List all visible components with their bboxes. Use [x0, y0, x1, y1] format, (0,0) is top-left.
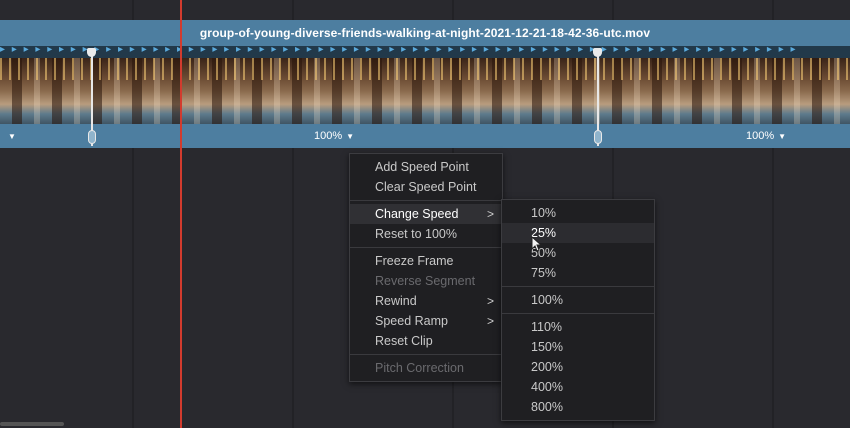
speed-option-10[interactable]: 10% [502, 203, 654, 223]
speed-option-110[interactable]: 110% [502, 317, 654, 337]
speed-value: 100% [746, 130, 775, 142]
menu-item-reverse-segment: Reverse Segment [375, 274, 476, 288]
menu-item-clear-speed-point[interactable]: Clear Speed Point [350, 177, 502, 197]
speed-point-top-handle[interactable] [593, 48, 602, 57]
speed-point-bottom-handle[interactable] [594, 130, 602, 144]
speed-dropdown-segment-2[interactable]: 100% ▼ [746, 130, 786, 142]
speed-point-bottom-handle[interactable] [88, 130, 96, 144]
clip-filename: group-of-young-diverse-friends-walking-a… [199, 26, 651, 40]
menu-item-reset-to-100[interactable]: Reset to 100% [350, 224, 502, 244]
filmstrip-lights [0, 58, 850, 80]
speed-direction-markers: ▸ ▸ ▸ ▸ ▸ ▸ ▸ ▸ ▸ ▸ ▸ ▸ ▸ ▸ ▸ ▸ ▸ ▸ ▸ ▸ … [0, 46, 798, 55]
horizontal-scrollbar[interactable] [0, 422, 64, 426]
clip-filmstrip[interactable] [0, 58, 850, 124]
speed-value: 100% [314, 130, 343, 142]
menu-divider [350, 354, 502, 355]
mouse-pointer-icon [531, 236, 543, 252]
speed-dropdown-left[interactable]: ▼ [4, 130, 16, 142]
speed-option-75[interactable]: 75% [502, 263, 654, 283]
dropdown-arrow-icon: ▼ [8, 132, 16, 141]
submenu-arrow-icon: > [486, 207, 494, 221]
speed-option-400[interactable]: 400% [502, 377, 654, 397]
speed-dropdown-segment-1[interactable]: 100% ▼ [314, 130, 354, 142]
speed-row[interactable] [0, 124, 850, 148]
menu-item-change-speed[interactable]: Change Speed > [350, 204, 502, 224]
speed-option-200[interactable]: 200% [502, 357, 654, 377]
menu-item-freeze-frame[interactable]: Freeze Frame [350, 251, 502, 271]
speed-option-100[interactable]: 100% [502, 290, 654, 310]
submenu-divider [502, 286, 654, 287]
menu-item-rewind[interactable]: Rewind > [350, 291, 502, 311]
menu-item-reset-clip[interactable]: Reset Clip [350, 331, 502, 351]
retime-marker-row: ▸ ▸ ▸ ▸ ▸ ▸ ▸ ▸ ▸ ▸ ▸ ▸ ▸ ▸ ▸ ▸ ▸ ▸ ▸ ▸ … [0, 46, 850, 58]
menu-divider [350, 247, 502, 248]
submenu-divider [502, 313, 654, 314]
speed-point-top-handle[interactable] [87, 48, 96, 57]
speed-option-800[interactable]: 800% [502, 397, 654, 417]
menu-item-add-speed-point[interactable]: Add Speed Point [350, 157, 502, 177]
menu-item-pitch-correction: Pitch Correction [375, 361, 464, 375]
dropdown-arrow-icon: ▼ [778, 132, 787, 141]
menu-divider [350, 200, 502, 201]
dropdown-arrow-icon: ▼ [346, 132, 355, 141]
speed-option-150[interactable]: 150% [502, 337, 654, 357]
change-speed-submenu: 10% 25% 50% 75% 100% 110% 150% 200% 400%… [501, 199, 655, 421]
menu-item-speed-ramp[interactable]: Speed Ramp > [350, 311, 502, 331]
submenu-arrow-icon: > [486, 294, 494, 308]
retime-context-menu: Add Speed Point Clear Speed Point Change… [349, 153, 503, 382]
playhead[interactable] [180, 0, 182, 428]
submenu-arrow-icon: > [486, 314, 494, 328]
clip-title-bar[interactable]: group-of-young-diverse-friends-walking-a… [0, 20, 850, 46]
speed-option-50[interactable]: 50% [502, 243, 654, 263]
speed-option-25[interactable]: 25% [502, 223, 654, 243]
